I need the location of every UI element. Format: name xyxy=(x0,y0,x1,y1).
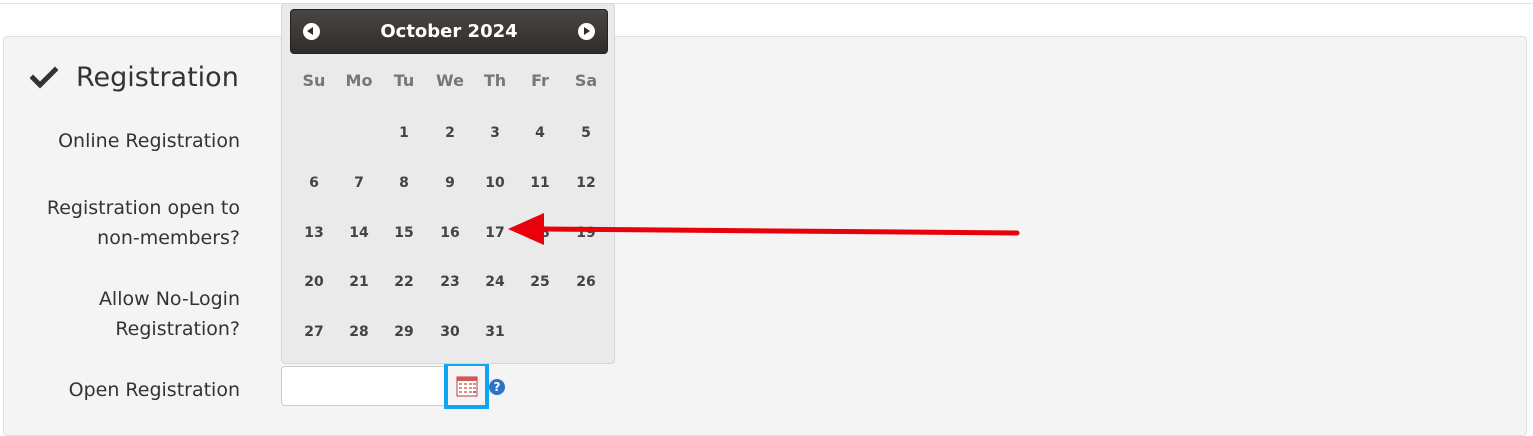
day-cell[interactable]: 14 xyxy=(339,225,379,241)
day-cell[interactable]: 7 xyxy=(339,175,379,191)
prev-month-icon[interactable] xyxy=(303,23,320,40)
day-cell[interactable]: 6 xyxy=(294,175,334,191)
day-cell[interactable]: 26 xyxy=(566,274,606,290)
day-cell[interactable]: 13 xyxy=(294,225,334,241)
day-cell[interactable]: 29 xyxy=(384,324,424,340)
day-cell[interactable]: 21 xyxy=(339,274,379,290)
weekday-header: Mo xyxy=(345,71,373,90)
day-cell[interactable]: 27 xyxy=(294,324,334,340)
calendar-icon xyxy=(456,376,477,396)
label-allow-nologin: Allow No-Login Registration? xyxy=(98,288,240,340)
day-cell[interactable]: 1 xyxy=(384,125,424,141)
day-cell[interactable]: 20 xyxy=(294,274,334,290)
check-icon xyxy=(30,65,58,89)
day-cell[interactable]: 17 xyxy=(475,225,515,241)
day-cell[interactable]: 22 xyxy=(384,274,424,290)
datepicker-month-year: October 2024 xyxy=(380,21,518,42)
day-cell[interactable]: 30 xyxy=(430,324,470,340)
label-open-registration: Open Registration xyxy=(68,379,240,401)
day-cell[interactable]: 5 xyxy=(566,125,606,141)
day-cell[interactable]: 18 xyxy=(520,225,560,241)
weekday-header: We xyxy=(436,71,464,90)
day-cell[interactable]: 10 xyxy=(475,175,515,191)
weekday-header: Sa xyxy=(574,71,598,90)
weekday-header: Th xyxy=(483,71,507,90)
day-cell[interactable]: 23 xyxy=(430,274,470,290)
day-cell[interactable]: 24 xyxy=(475,274,515,290)
day-cell[interactable]: 31 xyxy=(475,324,515,340)
day-cell[interactable]: 28 xyxy=(339,324,379,340)
day-cell[interactable]: 12 xyxy=(566,175,606,191)
open-registration-date-input[interactable] xyxy=(281,366,447,406)
day-cell[interactable]: 9 xyxy=(430,175,470,191)
weekday-header: Su xyxy=(302,71,326,90)
day-cell[interactable]: 8 xyxy=(384,175,424,191)
day-cell[interactable]: 4 xyxy=(520,125,560,141)
day-cell[interactable]: 25 xyxy=(520,274,560,290)
section-title: Registration xyxy=(76,62,239,93)
label-open-to-nonmembers: Registration open to non-members? xyxy=(46,197,240,249)
next-month-icon[interactable] xyxy=(578,23,595,40)
section-heading: Registration xyxy=(30,62,239,93)
datepicker-popup: October 2024 Su Mo Tu We Th Fr Sa 1 2 3 4 5 6 7 8 9 10 11… xyxy=(281,3,615,364)
day-cell[interactable]: 11 xyxy=(520,175,560,191)
datepicker-header: October 2024 xyxy=(290,9,608,54)
weekday-header: Tu xyxy=(393,71,415,90)
label-online-registration: Online Registration xyxy=(58,130,240,152)
day-cell[interactable]: 2 xyxy=(430,125,470,141)
day-cell[interactable]: 19 xyxy=(566,225,606,241)
day-cell[interactable]: 16 xyxy=(430,225,470,241)
day-cell[interactable]: 3 xyxy=(475,125,515,141)
help-icon[interactable]: ? xyxy=(489,379,505,395)
weekday-header: Fr xyxy=(531,71,549,90)
top-divider xyxy=(0,3,1533,4)
calendar-trigger-button[interactable] xyxy=(444,362,489,409)
day-cell[interactable]: 15 xyxy=(384,225,424,241)
